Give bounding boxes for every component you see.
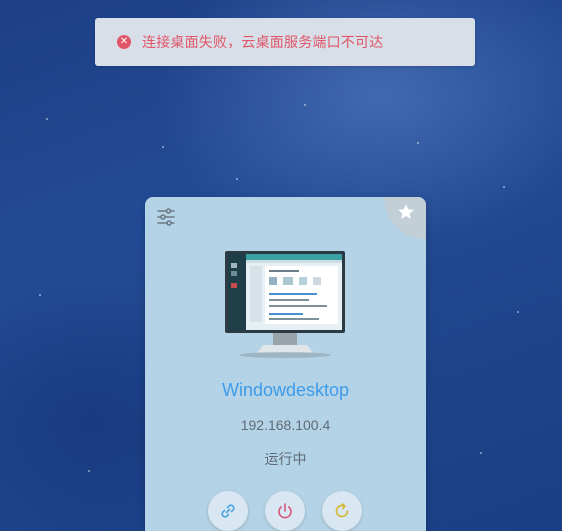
star-icon bbox=[398, 204, 414, 219]
monitor-icon bbox=[225, 251, 345, 358]
favorite-button[interactable] bbox=[384, 197, 426, 239]
background-star bbox=[503, 186, 505, 188]
toast-message: 连接桌面失败，云桌面服务端口不可达 bbox=[142, 35, 384, 51]
desktop-actions bbox=[145, 491, 426, 531]
restart-button[interactable] bbox=[322, 491, 362, 531]
power-button[interactable] bbox=[265, 491, 305, 531]
settings-button[interactable] bbox=[156, 207, 176, 227]
background-star bbox=[236, 178, 238, 180]
desktop-ip: 192.168.100.4 bbox=[240, 417, 331, 433]
close-circle-icon: ✕ bbox=[117, 35, 131, 49]
sliders-icon bbox=[157, 208, 175, 226]
desktop-status: 运行中 bbox=[264, 452, 307, 468]
background-star bbox=[417, 142, 419, 144]
error-toast: ✕ 连接桌面失败，云桌面服务端口不可达 bbox=[95, 18, 475, 66]
background-star bbox=[162, 146, 164, 148]
background-star bbox=[39, 294, 41, 296]
background-star bbox=[46, 118, 48, 120]
desktop-name[interactable]: Windowdesktop bbox=[145, 380, 426, 401]
background-star bbox=[304, 104, 306, 106]
refresh-icon bbox=[335, 503, 349, 518]
background-star bbox=[517, 311, 519, 313]
background-star bbox=[480, 452, 482, 454]
desktop-card[interactable]: Windowdesktop 192.168.100.4 运行中 bbox=[145, 197, 426, 531]
connect-button[interactable] bbox=[208, 491, 248, 531]
background-star bbox=[88, 470, 90, 472]
power-icon bbox=[278, 503, 292, 519]
link-icon bbox=[221, 504, 235, 518]
